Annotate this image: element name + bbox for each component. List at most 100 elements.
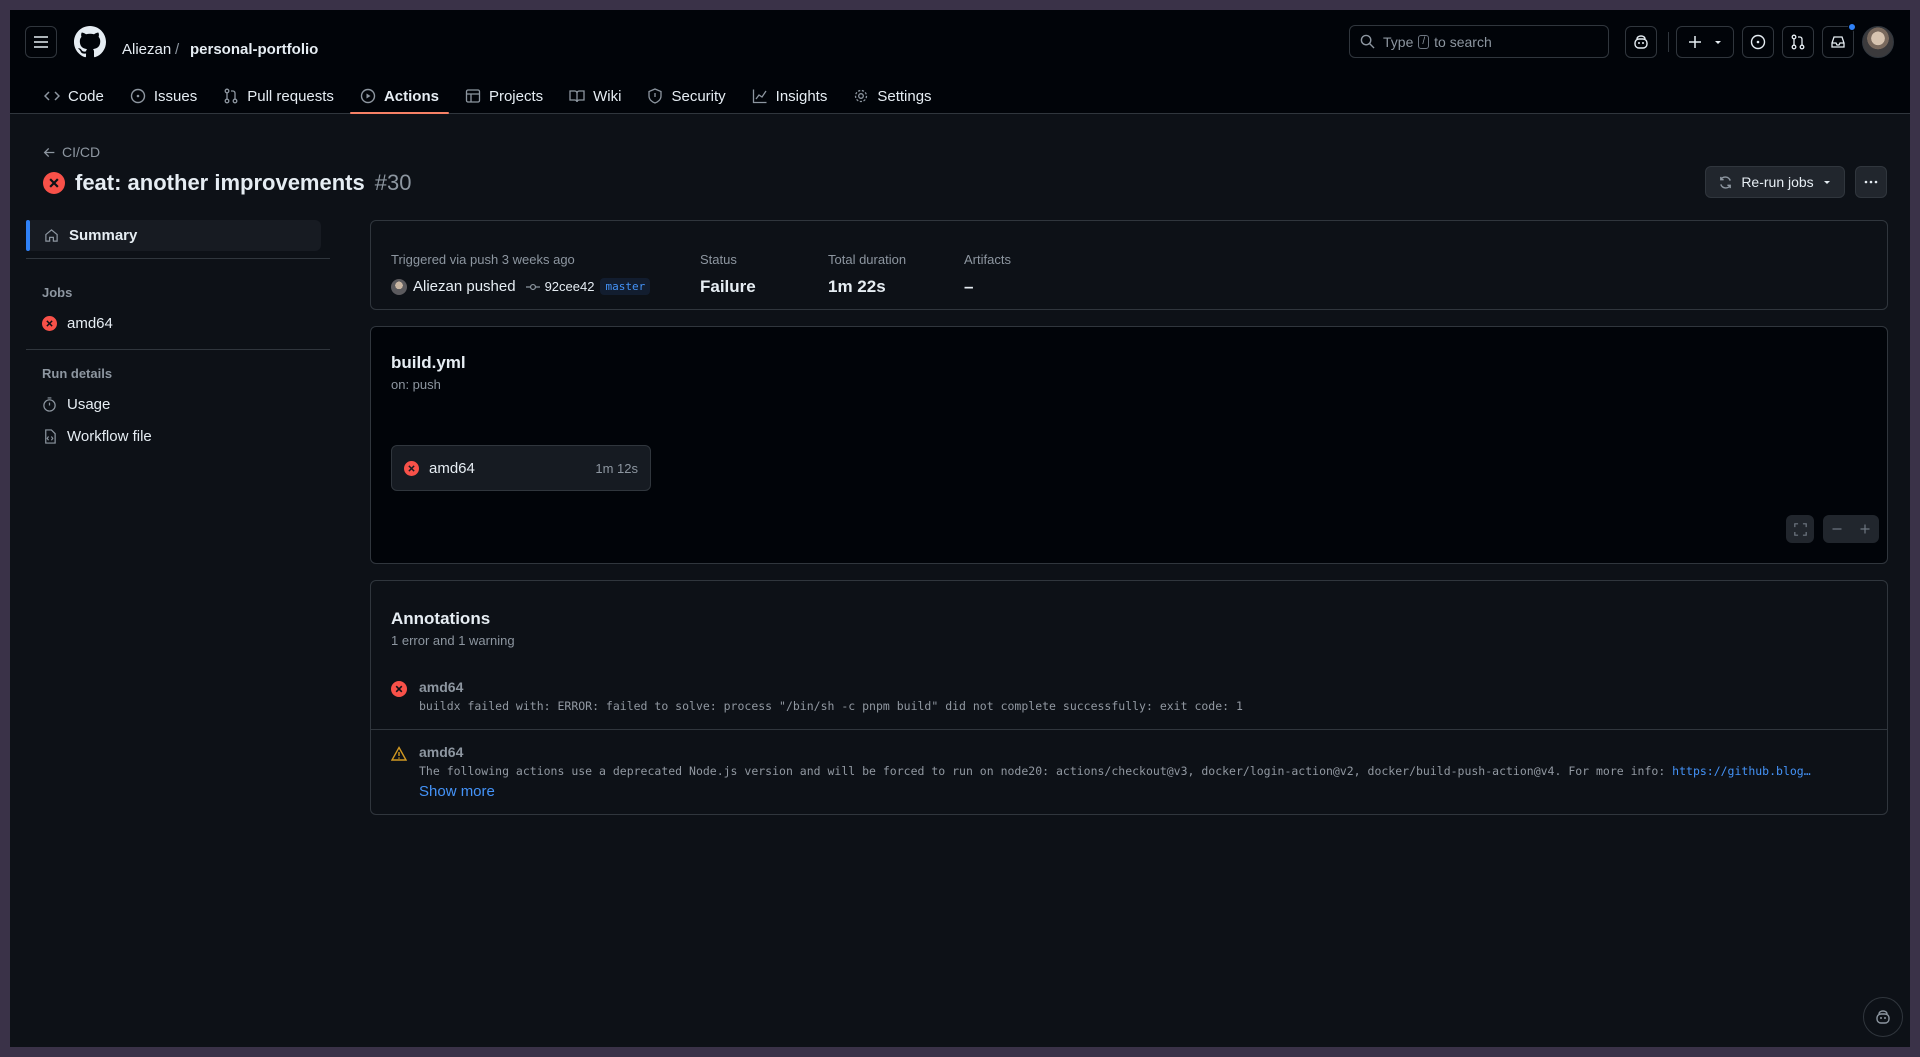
job-card-amd64[interactable]: amd64 1m 12s [391, 445, 651, 491]
file-code-icon [45, 429, 56, 444]
create-new-button[interactable] [1676, 26, 1734, 58]
issues-button[interactable] [1742, 26, 1774, 58]
copilot-icon [1634, 35, 1648, 49]
home-icon [45, 229, 58, 242]
stopwatch-icon [43, 397, 56, 412]
x-circle-fill-icon [391, 681, 407, 697]
rerun-jobs-button[interactable]: Re-run jobs [1705, 166, 1845, 198]
sidebar-item-label: Summary [69, 227, 138, 244]
actor-text[interactable]: Aliezan pushed [413, 278, 516, 295]
artifacts-label: Artifacts [964, 252, 1011, 267]
annotations-box: Annotations 1 error and 1 warning amd64 … [370, 580, 1888, 815]
zoom-in-icon[interactable] [1859, 523, 1871, 535]
arrow-left-icon [43, 147, 55, 157]
tab-settings[interactable]: Settings [843, 80, 941, 112]
rerun-label: Re-run jobs [1741, 174, 1814, 190]
triangle-down-icon [1823, 181, 1830, 184]
notification-dot [1848, 23, 1856, 31]
shield-icon [648, 88, 663, 104]
annotation-message-text: The following actions use a deprecated N… [419, 764, 1673, 778]
breadcrumb-repo[interactable]: personal-portfolio [190, 41, 318, 59]
actor-avatar [391, 278, 407, 295]
copilot-chat-button[interactable] [1863, 997, 1903, 1037]
git-commit-icon [525, 283, 540, 290]
sidebar-heading-run-details: Run details [42, 366, 113, 381]
user-avatar[interactable] [1862, 26, 1894, 58]
zoom-out-icon[interactable] [1831, 523, 1843, 535]
commit-sha-text: 92cee42 [544, 279, 595, 294]
tab-projects[interactable]: Projects [455, 80, 553, 112]
kebab-horizontal-icon [1864, 180, 1878, 184]
push-info: Aliezan pushed 92cee42 master [391, 278, 651, 295]
tab-label: Projects [488, 87, 544, 105]
run-number: #30 [374, 170, 412, 195]
table-icon [465, 89, 481, 103]
status-value: Failure [700, 277, 756, 296]
annotation-divider [371, 729, 1887, 730]
search-shortcut-key: / [1418, 34, 1430, 49]
github-logo-icon[interactable] [74, 26, 106, 58]
workflow-graph-box: build.yml on: push amd64 1m 12s [370, 326, 1888, 564]
workflow-file-name: build.yml [391, 353, 466, 372]
sidebar-item-summary[interactable]: Summary [26, 220, 321, 251]
fullscreen-button[interactable] [1786, 515, 1814, 543]
git-pull-request-icon [1791, 34, 1805, 50]
tab-label: Pull requests [247, 87, 334, 105]
issue-opened-icon [1750, 34, 1766, 50]
search-prefix: Type [1383, 33, 1414, 50]
commit-sha[interactable]: 92cee42 [525, 279, 595, 294]
branch-badge[interactable]: master [600, 278, 651, 295]
inbox-button[interactable] [1822, 26, 1854, 58]
tab-label: Insights [775, 87, 828, 105]
sidebar-item-label: Usage [67, 396, 111, 413]
annotation-job-name[interactable]: amd64 [419, 679, 463, 695]
duration-value[interactable]: 1m 22s [828, 277, 886, 297]
back-to-workflow-link[interactable]: CI/CD [43, 144, 100, 160]
job-duration: 1m 12s [595, 460, 638, 476]
search-icon [1360, 34, 1375, 49]
breadcrumb-owner[interactable]: Aliezan [122, 41, 171, 59]
tab-label: Settings [877, 87, 932, 105]
search-suffix: to search [1434, 33, 1492, 50]
tab-wiki[interactable]: Wiki [559, 80, 631, 112]
annotations-subtitle: 1 error and 1 warning [391, 633, 515, 648]
screen-full-icon [1793, 522, 1807, 536]
pull-requests-button[interactable] [1782, 26, 1814, 58]
triggered-label: Triggered via push 3 weeks ago [391, 252, 575, 267]
menu-button[interactable] [25, 26, 57, 58]
tab-actions[interactable]: Actions [349, 80, 449, 114]
job-name: amd64 [429, 459, 475, 477]
workflow-trigger: on: push [391, 377, 441, 392]
sidebar-divider [26, 258, 330, 259]
run-title-text: feat: another improvements [75, 170, 365, 195]
tab-label: Issues [153, 87, 198, 105]
more-options-button[interactable] [1855, 166, 1887, 198]
show-more-link[interactable]: Show more [419, 783, 495, 800]
sidebar-item-job-amd64[interactable]: amd64 [42, 315, 113, 332]
run-summary-box: Triggered via push 3 weeks ago Aliezan p… [370, 220, 1888, 310]
tab-pull-requests[interactable]: Pull requests [213, 80, 344, 112]
search-input[interactable]: Type / to search [1349, 25, 1609, 58]
annotation-job-name[interactable]: amd64 [419, 744, 463, 760]
artifacts-value: – [964, 277, 974, 296]
browser-window: Aliezan / personal-portfolio Type / to s… [10, 10, 1910, 1047]
tab-code[interactable]: Code [34, 80, 114, 112]
triangle-down-icon [1715, 41, 1721, 44]
tab-insights[interactable]: Insights [742, 80, 838, 112]
book-icon [569, 90, 585, 103]
breadcrumb-separator: / [175, 41, 180, 58]
sidebar-item-workflow-file[interactable]: Workflow file [42, 428, 152, 445]
sidebar-item-label: amd64 [67, 315, 113, 332]
repo-nav-tabs: Code Issues Pull requests Actions Projec… [34, 80, 948, 114]
code-icon [44, 91, 60, 101]
sync-icon [1720, 175, 1732, 189]
sidebar-item-usage[interactable]: Usage [42, 396, 110, 413]
annotations-title: Annotations [391, 609, 491, 628]
tab-label: Code [68, 87, 104, 105]
tab-security[interactable]: Security [637, 80, 735, 112]
annotation-message: The following actions use a deprecated N… [419, 764, 1879, 778]
sidebar-item-label: Workflow file [67, 428, 152, 445]
annotation-link[interactable]: https://github.blog… [1672, 764, 1810, 778]
copilot-button[interactable] [1625, 26, 1657, 58]
tab-issues[interactable]: Issues [120, 80, 207, 112]
